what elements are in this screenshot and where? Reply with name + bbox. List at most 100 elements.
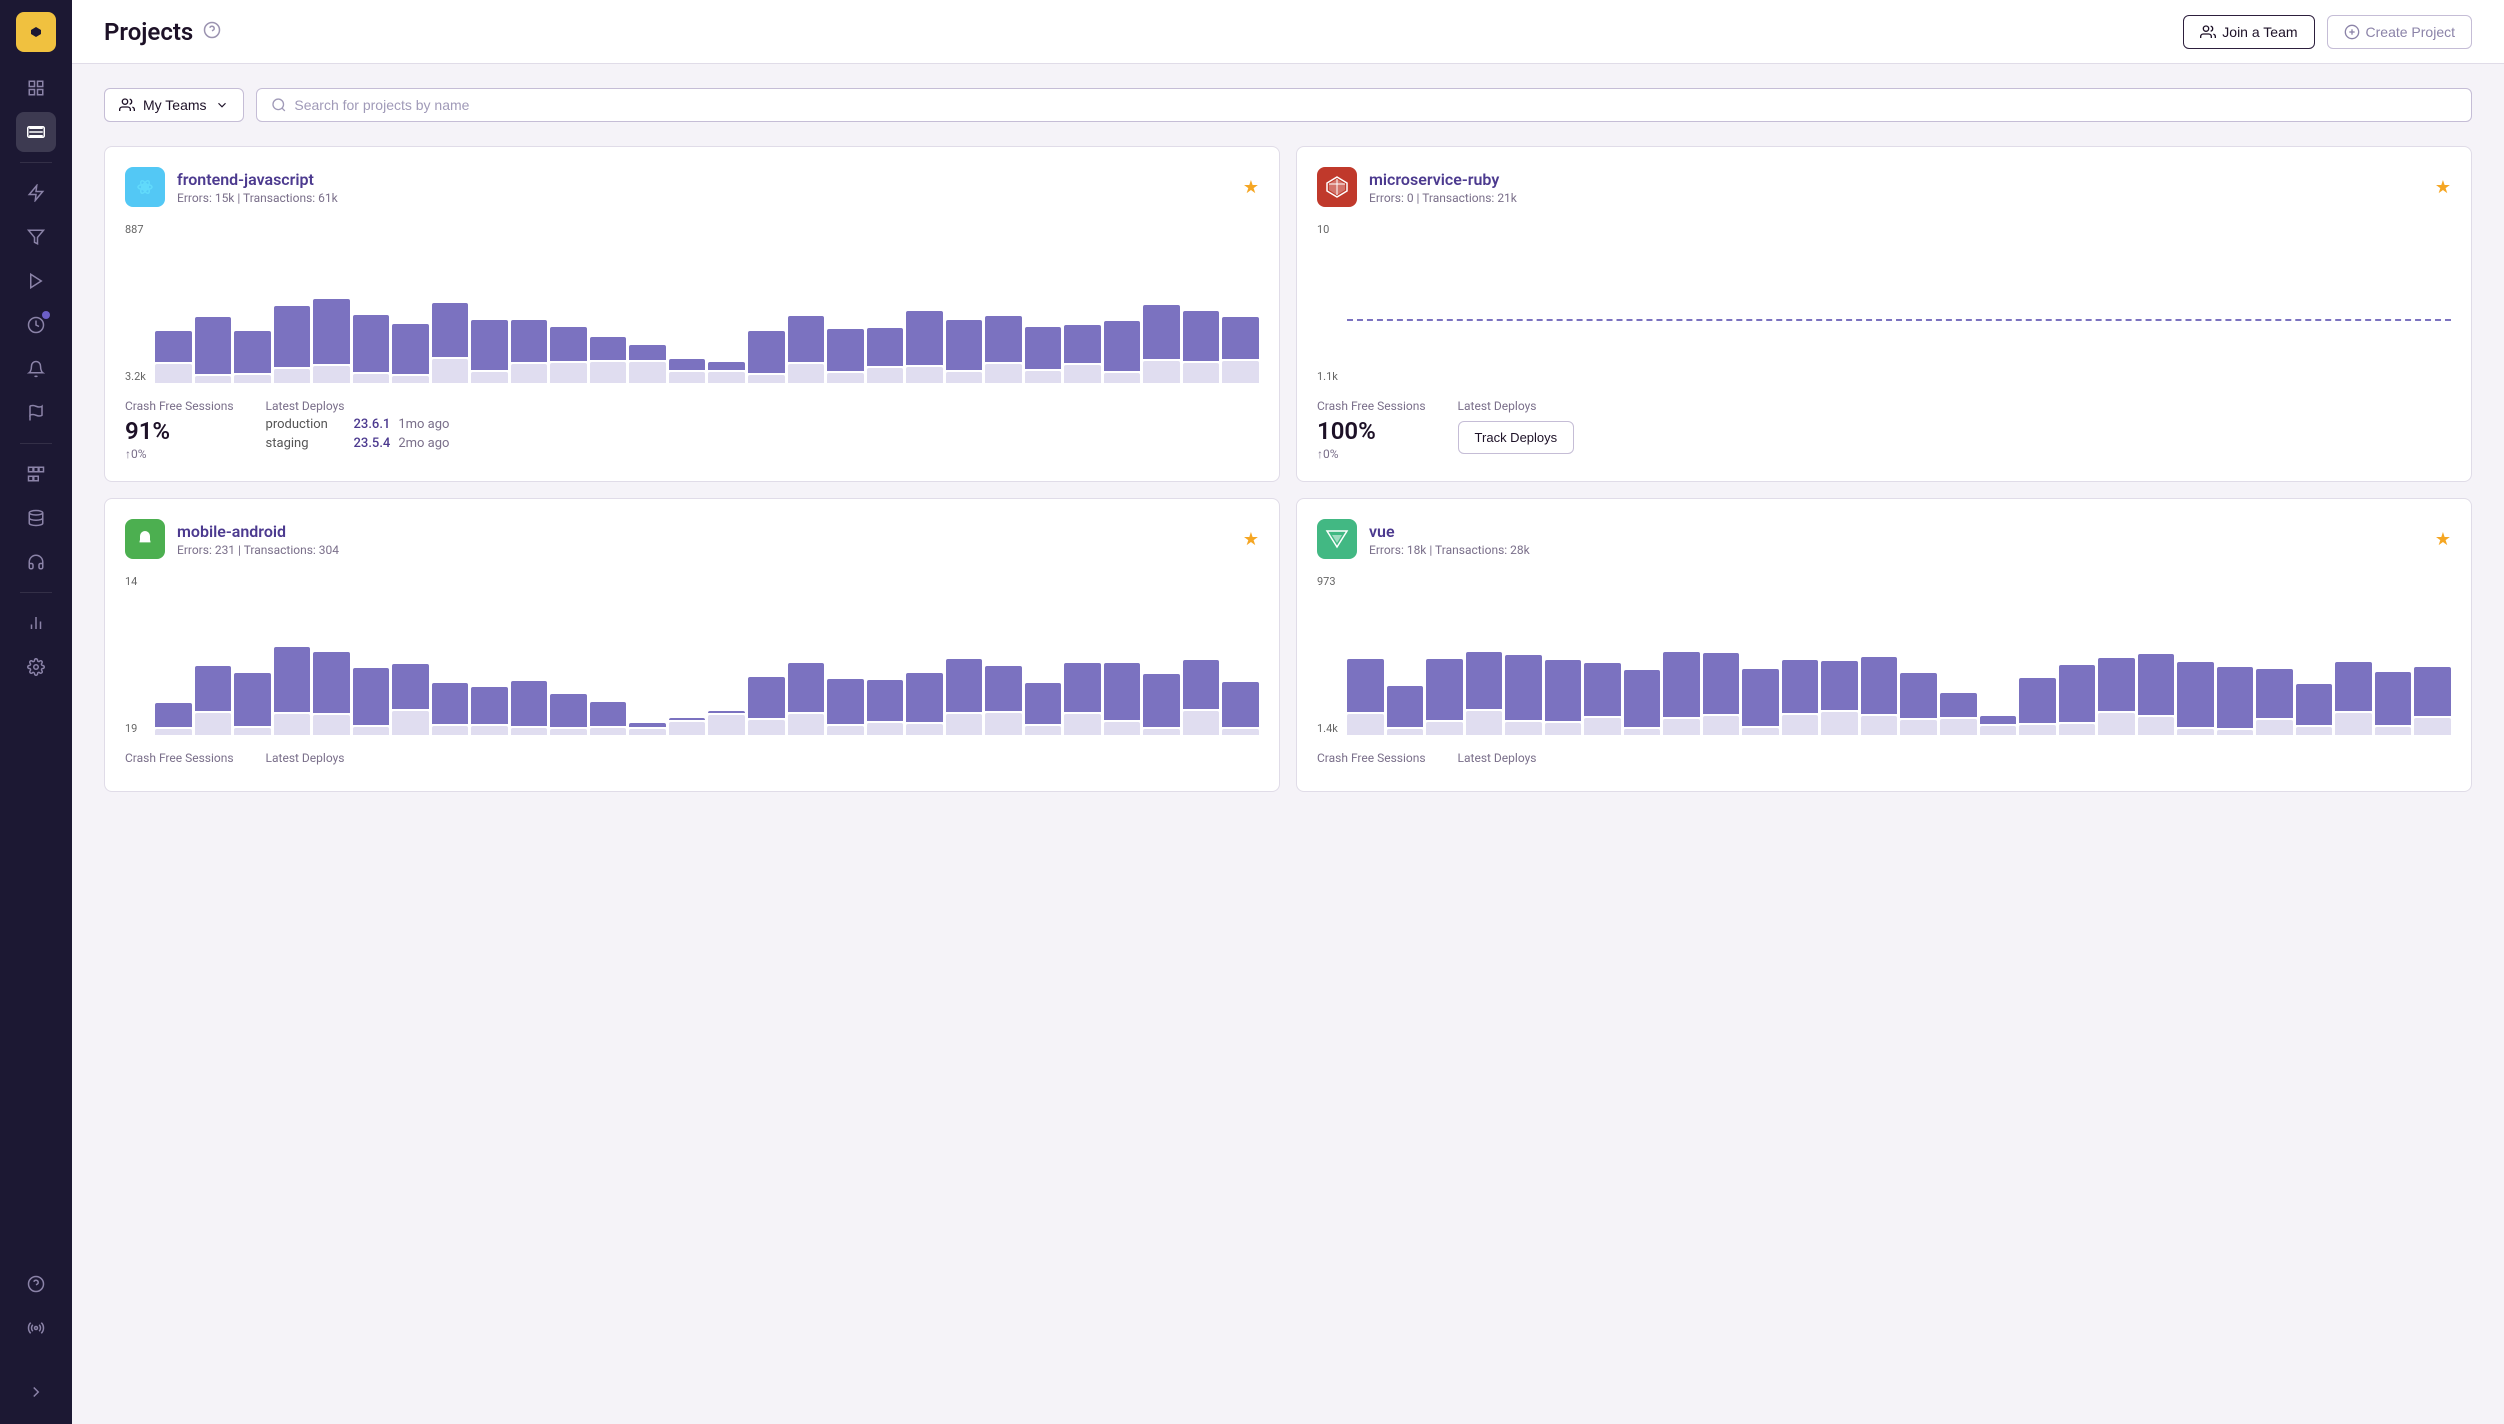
crash-free-change: ↑0%	[125, 447, 234, 461]
bar	[2019, 575, 2056, 735]
project-card-microservice-ruby: microservice-ruby Errors: 0 | Transactio…	[1296, 146, 2472, 482]
card-header-left: vue Errors: 18k | Transactions: 28k	[1317, 519, 1530, 559]
project-name[interactable]: frontend-javascript	[177, 170, 338, 189]
bar	[867, 223, 904, 383]
bar	[1143, 223, 1180, 383]
bars-container	[155, 223, 1259, 383]
bar	[1104, 575, 1141, 735]
sidebar-divider-1	[20, 162, 52, 163]
card-header: mobile-android Errors: 231 | Transaction…	[125, 519, 1259, 559]
bar	[234, 575, 271, 735]
crash-free-section: Crash Free Sessions 100% ↑0%	[1317, 399, 1426, 461]
sidebar-item-help[interactable]	[16, 1264, 56, 1304]
project-name[interactable]: mobile-android	[177, 522, 339, 541]
sidebar-item-projects[interactable]	[16, 112, 56, 152]
card-header: vue Errors: 18k | Transactions: 28k ★	[1317, 519, 2451, 559]
search-input[interactable]	[294, 97, 2457, 113]
sidebar-item-flags[interactable]	[16, 393, 56, 433]
bar	[1782, 575, 1819, 735]
project-meta: Errors: 0 | Transactions: 21k	[1369, 191, 1517, 205]
crash-free-value: 100%	[1317, 417, 1426, 445]
deploys-label: Latest Deploys	[266, 751, 345, 765]
sidebar-item-alerts[interactable]	[16, 349, 56, 389]
filters-bar: My Teams	[104, 88, 2472, 122]
star-icon[interactable]: ★	[2435, 529, 2451, 550]
deploy-env: staging	[266, 436, 346, 451]
bar	[1624, 575, 1661, 735]
bar	[2296, 575, 2333, 735]
project-info: frontend-javascript Errors: 15k | Transa…	[177, 170, 338, 205]
bar	[1861, 575, 1898, 735]
chart-area: 887 3.2k	[125, 223, 1259, 383]
crash-free-label: Crash Free Sessions	[1317, 751, 1426, 765]
chart-label-bottom: 1.1k	[1317, 370, 1338, 383]
crash-free-section: Crash Free Sessions	[125, 751, 234, 771]
app-logo[interactable]	[16, 12, 56, 52]
card-header-left: frontend-javascript Errors: 15k | Transa…	[125, 167, 338, 207]
bar	[629, 223, 666, 383]
card-header-left: microservice-ruby Errors: 0 | Transactio…	[1317, 167, 1517, 207]
star-icon[interactable]: ★	[2435, 177, 2451, 198]
bar	[788, 575, 825, 735]
project-meta: Errors: 231 | Transactions: 304	[177, 543, 339, 557]
bar	[195, 223, 232, 383]
deploy-row: production 23.6.1 1mo ago	[266, 417, 450, 432]
deploy-time: 1mo ago	[398, 417, 449, 432]
project-meta: Errors: 18k | Transactions: 28k	[1369, 543, 1530, 557]
page-help-icon[interactable]	[203, 21, 221, 43]
project-name[interactable]: microservice-ruby	[1369, 170, 1517, 189]
bar	[471, 223, 508, 383]
bar	[550, 223, 587, 383]
bar	[1426, 575, 1463, 735]
projects-grid: frontend-javascript Errors: 15k | Transa…	[104, 146, 2472, 792]
project-name[interactable]: vue	[1369, 522, 1530, 541]
bar	[1222, 575, 1259, 735]
bar	[353, 223, 390, 383]
star-icon[interactable]: ★	[1243, 529, 1259, 550]
project-icon-ruby	[1317, 167, 1357, 207]
deploys-label: Latest Deploys	[1458, 751, 1537, 765]
sidebar-item-support[interactable]	[16, 542, 56, 582]
crash-free-section: Crash Free Sessions 91% ↑0%	[125, 399, 234, 461]
sidebar-item-filters[interactable]	[16, 217, 56, 257]
project-info: mobile-android Errors: 231 | Transaction…	[177, 522, 339, 557]
bar	[1663, 575, 1700, 735]
join-team-button[interactable]: Join a Team	[2183, 15, 2314, 49]
project-icon-vue	[1317, 519, 1357, 559]
bar	[1545, 575, 1582, 735]
crash-free-value: 91%	[125, 417, 234, 445]
sidebar-item-crons[interactable]	[16, 305, 56, 345]
sidebar-item-storage[interactable]	[16, 498, 56, 538]
bar	[748, 575, 785, 735]
deploys-label: Latest Deploys	[266, 399, 450, 413]
sidebar-item-stats[interactable]	[16, 603, 56, 643]
bar	[669, 575, 706, 735]
create-project-button[interactable]: Create Project	[2327, 15, 2472, 49]
sidebar-divider-3	[20, 592, 52, 593]
sidebar-item-issues[interactable]	[16, 173, 56, 213]
sidebar-item-replays[interactable]	[16, 261, 56, 301]
bar	[1900, 575, 1937, 735]
bar	[274, 223, 311, 383]
deploy-version[interactable]: 23.6.1	[354, 417, 391, 432]
deploy-version[interactable]: 23.5.4	[354, 436, 391, 451]
bar	[511, 223, 548, 383]
bar	[1466, 575, 1503, 735]
header-actions: Join a Team Create Project	[2183, 15, 2472, 49]
star-icon[interactable]: ★	[1243, 177, 1259, 198]
crons-notification-dot	[42, 311, 50, 319]
bars-container	[155, 575, 1259, 735]
team-filter-button[interactable]: My Teams	[104, 88, 244, 122]
bar	[1025, 575, 1062, 735]
sidebar-item-expand[interactable]	[16, 1372, 56, 1412]
sidebar-item-broadcasts[interactable]	[16, 1308, 56, 1348]
chart-label-bottom: 3.2k	[125, 370, 146, 383]
bar	[432, 575, 469, 735]
track-deploys-button[interactable]: Track Deploys	[1458, 421, 1575, 454]
bar	[906, 223, 943, 383]
sidebar-item-modules[interactable]	[16, 454, 56, 494]
sidebar-item-dashboard[interactable]	[16, 68, 56, 108]
deploys-label: Latest Deploys	[1458, 399, 1575, 413]
bar	[788, 223, 825, 383]
sidebar-item-settings[interactable]	[16, 647, 56, 687]
